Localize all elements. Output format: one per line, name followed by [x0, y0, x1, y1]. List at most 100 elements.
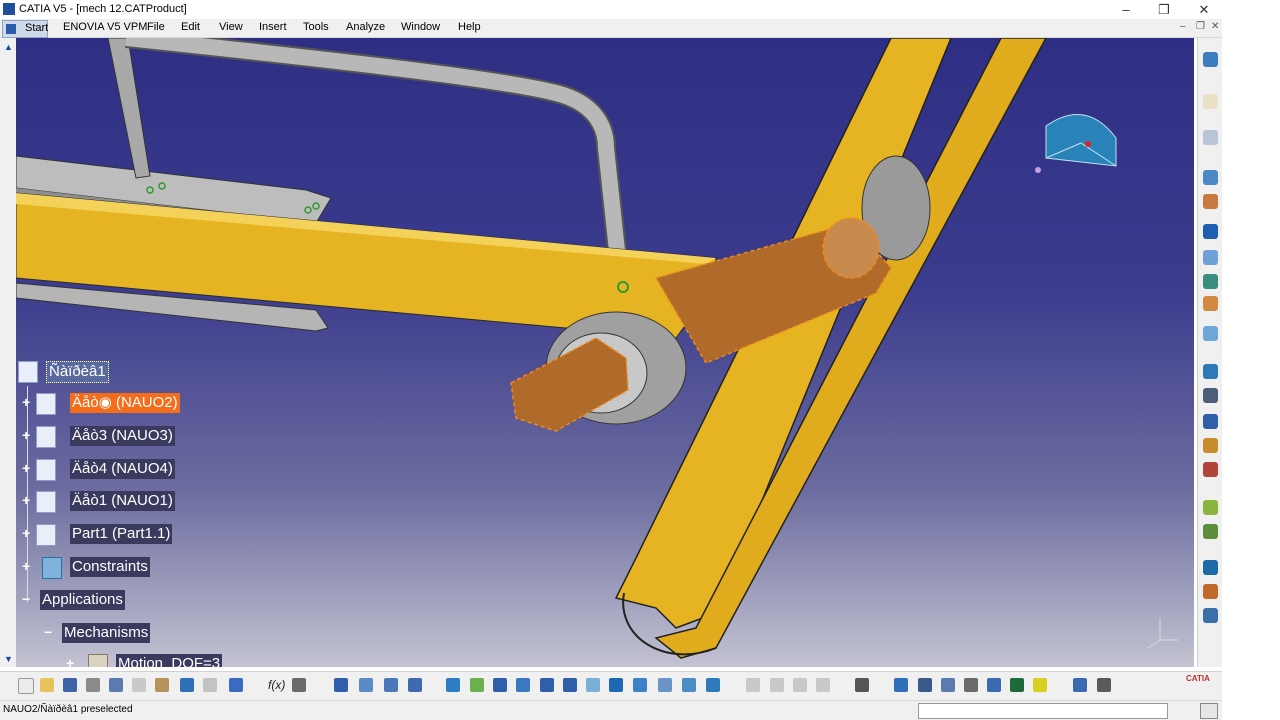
- undo-icon[interactable]: [180, 678, 194, 692]
- tree-scroll-strip[interactable]: ▲ ▼: [0, 38, 16, 667]
- capture-icon[interactable]: [855, 678, 869, 692]
- menu-file[interactable]: File: [147, 21, 165, 33]
- right-toolbar: [1197, 38, 1223, 667]
- material-icon[interactable]: [1033, 678, 1047, 692]
- expand-icon[interactable]: +: [22, 558, 30, 574]
- catalog-icon[interactable]: [334, 678, 348, 692]
- close-icon[interactable]: ✕: [1185, 0, 1223, 19]
- scroll-up-icon[interactable]: ▲: [4, 42, 13, 52]
- fly-mode-icon[interactable]: [446, 678, 460, 692]
- print-icon[interactable]: [86, 678, 100, 692]
- screw-joint-icon[interactable]: [1203, 250, 1218, 265]
- sensor-icon[interactable]: [1203, 438, 1218, 453]
- revolute-joint-icon[interactable]: [1203, 170, 1218, 185]
- cylindrical-joint-icon[interactable]: [1203, 224, 1218, 239]
- menu-help[interactable]: Help: [458, 21, 481, 33]
- doc-restore-icon[interactable]: ❐: [1196, 21, 1205, 32]
- rotate-icon[interactable]: [516, 678, 530, 692]
- rigid-joint-icon[interactable]: [1203, 274, 1218, 289]
- menu-tools[interactable]: Tools: [303, 21, 329, 33]
- assembly-model[interactable]: [16, 38, 1194, 667]
- select-icon[interactable]: [1203, 94, 1218, 109]
- swept-volume-icon[interactable]: [1203, 560, 1218, 575]
- formula-icon[interactable]: f(x): [268, 678, 285, 692]
- shading-icon[interactable]: [633, 678, 647, 692]
- pin-head: [822, 217, 880, 279]
- doc-close-icon[interactable]: ✕: [1211, 21, 1219, 32]
- part-icon: [36, 459, 56, 481]
- command-go-icon[interactable]: [1200, 703, 1218, 719]
- 3d-viewport[interactable]: Ñàïðèâ1 + Äåò◉ (NAUO2) + Äåò3 (NAUO3) + …: [16, 38, 1194, 667]
- redo-icon[interactable]: [203, 678, 217, 692]
- menu-insert[interactable]: Insert: [259, 21, 287, 33]
- cut-icon[interactable]: [109, 678, 123, 692]
- command-input[interactable]: [918, 703, 1168, 719]
- minimize-icon[interactable]: –: [1107, 0, 1145, 19]
- iso-view-icon[interactable]: [609, 678, 623, 692]
- search-icon[interactable]: [964, 678, 978, 692]
- viewpoint-icon[interactable]: [1073, 678, 1087, 692]
- law-icon[interactable]: [1203, 608, 1218, 623]
- pan-icon[interactable]: [493, 678, 507, 692]
- new-icon[interactable]: [18, 678, 34, 694]
- expand-icon[interactable]: +: [22, 492, 30, 508]
- constraint-icon[interactable]: [384, 678, 398, 692]
- disabled-tool-icon: [816, 678, 830, 692]
- restore-icon[interactable]: ❐: [1145, 0, 1183, 19]
- mechanism-icon: [88, 654, 108, 667]
- sequence-icon[interactable]: [1203, 414, 1218, 429]
- collapse-icon[interactable]: −: [22, 591, 30, 607]
- hide-show-icon[interactable]: [658, 678, 672, 692]
- paste-icon[interactable]: [155, 678, 169, 692]
- menu-view[interactable]: View: [219, 21, 243, 33]
- trace-icon[interactable]: [1203, 584, 1218, 599]
- update-icon[interactable]: [408, 678, 422, 692]
- zoom-out-icon[interactable]: [563, 678, 577, 692]
- zoom-in-icon[interactable]: [540, 678, 554, 692]
- menu-window[interactable]: Window: [401, 21, 440, 33]
- spherical-joint-icon[interactable]: [1203, 296, 1218, 311]
- start-menu-button[interactable]: Start: [2, 20, 48, 38]
- expand-icon[interactable]: +: [66, 655, 74, 667]
- doc-minimize-icon[interactable]: –: [1180, 21, 1186, 32]
- expand-icon[interactable]: +: [22, 525, 30, 541]
- save-icon[interactable]: [63, 678, 77, 692]
- normal-view-icon[interactable]: [586, 678, 600, 692]
- menu-analyze[interactable]: Analyze: [346, 21, 385, 33]
- open-icon[interactable]: [40, 678, 54, 692]
- menu-edit[interactable]: Edit: [181, 21, 200, 33]
- speed-icon[interactable]: [1203, 462, 1218, 477]
- status-message: NAUO2/Ñàïðèâ1 preselected: [3, 704, 133, 715]
- scene-icon[interactable]: [987, 678, 1001, 692]
- expand-icon[interactable]: +: [22, 394, 30, 410]
- compass-widget[interactable]: [1035, 113, 1117, 173]
- knowledge-icon[interactable]: [292, 678, 306, 692]
- menu-enovia[interactable]: ENOVIA V5 VPM: [63, 21, 147, 33]
- compass-reset-icon[interactable]: [894, 678, 908, 692]
- measure-icon[interactable]: [706, 678, 720, 692]
- status-bar: NAUO2/Ñàïðèâ1 preselected: [0, 700, 1222, 720]
- prismatic-joint-icon[interactable]: [1203, 194, 1218, 209]
- product-structure-icon[interactable]: [1203, 52, 1218, 67]
- lighting-icon[interactable]: [1010, 678, 1024, 692]
- help-icon[interactable]: [229, 678, 243, 692]
- swap-space-icon[interactable]: [682, 678, 696, 692]
- fit-all-icon[interactable]: [470, 678, 484, 692]
- disabled-tool-icon: [770, 678, 784, 692]
- animation-icon[interactable]: [1203, 388, 1218, 403]
- copy-icon[interactable]: [132, 678, 146, 692]
- part-icon: [36, 491, 56, 513]
- manipulation-icon[interactable]: [918, 678, 932, 692]
- scroll-down-icon[interactable]: ▼: [4, 654, 13, 664]
- fixed-part-icon[interactable]: [1203, 326, 1218, 341]
- distance-icon[interactable]: [1203, 524, 1218, 539]
- collapse-icon[interactable]: −: [44, 624, 52, 640]
- simulation-icon[interactable]: [1203, 364, 1218, 379]
- tree-expand-icon[interactable]: [359, 678, 373, 692]
- snap-icon[interactable]: [941, 678, 955, 692]
- clash-icon[interactable]: [1203, 500, 1218, 515]
- drafting-icon[interactable]: [1097, 678, 1111, 692]
- mechanism-dressup-icon[interactable]: [1203, 130, 1218, 145]
- expand-icon[interactable]: +: [22, 460, 30, 476]
- expand-icon[interactable]: +: [22, 427, 30, 443]
